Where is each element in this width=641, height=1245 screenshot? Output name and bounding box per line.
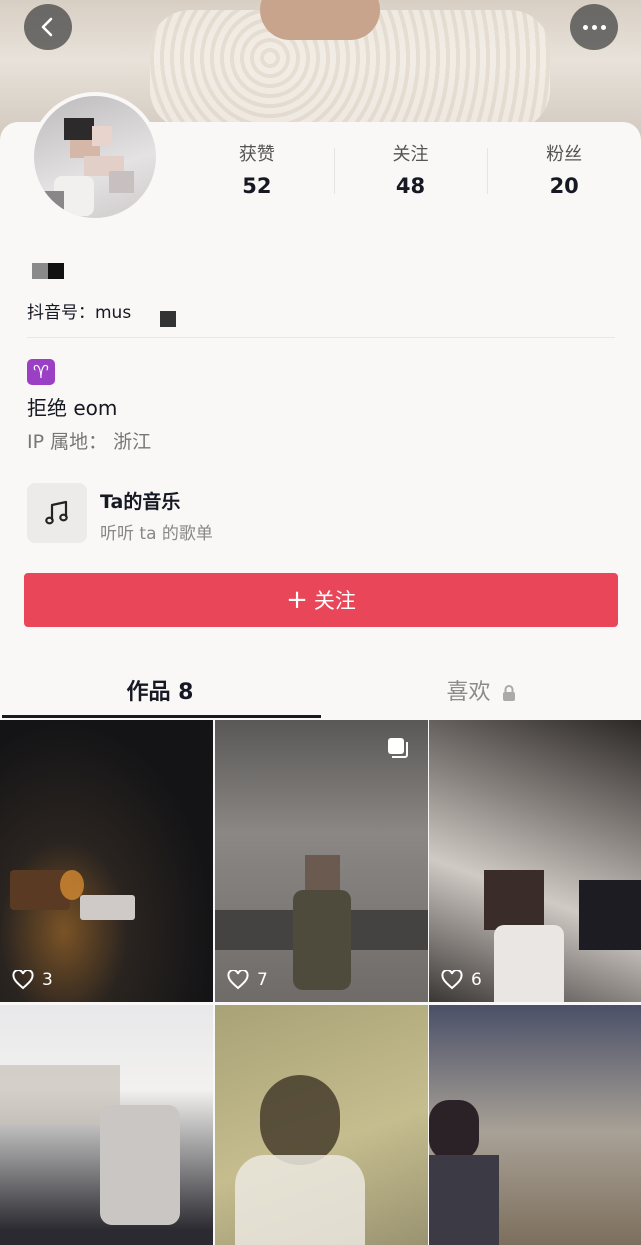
heart-icon [441,970,463,990]
music-entry[interactable]: Ta的音乐 听听 ta 的歌单 [27,483,427,544]
post-thumbnail[interactable] [215,1005,428,1245]
post-thumbnail[interactable] [0,1005,213,1245]
like-count: 3 [12,970,53,990]
tab-works[interactable]: 作品 8 [0,660,320,718]
plus-icon: + [286,585,308,615]
stat-label: 关注 [392,144,429,165]
more-icon [582,24,606,30]
post-thumbnail[interactable]: 7 [215,720,428,1002]
post-thumbnail[interactable] [429,1005,641,1245]
stat-likes[interactable]: 获赞 52 [180,140,334,210]
stat-following[interactable]: 关注 48 [333,140,488,210]
chevron-left-icon [41,17,53,37]
stat-value: 48 [395,174,426,198]
music-note-icon [27,483,87,543]
avatar-image [34,96,156,218]
like-count: 6 [441,970,482,990]
stat-value: 20 [549,174,579,198]
music-subtitle: 听听 ta 的歌单 [100,524,213,544]
zodiac-badge: ♈ [27,359,55,385]
posts-grid: 3 7 6 [0,720,641,1245]
bio-text: 拒绝 eom [27,396,118,420]
follow-button[interactable]: + 关注 [24,573,618,627]
back-button[interactable] [24,4,72,50]
like-count: 7 [227,970,268,990]
stat-followers[interactable]: 粉丝 20 [487,140,641,210]
avatar[interactable] [30,92,160,222]
heart-icon [227,970,249,990]
stat-label: 粉丝 [546,144,583,165]
content-tabs: 作品 8 喜欢 [0,660,641,718]
user-handle[interactable]: 抖音号：mus [27,298,131,323]
cover-detail [260,0,380,40]
stat-value: 52 [242,174,272,198]
active-tab-indicator [2,715,321,718]
post-thumbnail[interactable]: 6 [429,720,641,1002]
divider [27,337,615,338]
heart-icon [12,970,34,990]
nickname-redacted [32,263,64,279]
like-count-value: 3 [42,970,53,990]
tab-works-label: 作品 8 [126,680,194,705]
like-count-value: 6 [471,970,482,990]
handle-redacted [160,311,176,327]
lock-icon [502,685,515,701]
multi-image-icon [388,738,408,758]
post-thumbnail[interactable]: 3 [0,720,213,1002]
tab-likes-label: 喜欢 [446,680,491,705]
music-title: Ta的音乐 [100,491,181,513]
follow-label: 关注 [313,589,356,613]
ip-location: IP 属地： 浙江 [27,431,152,453]
stat-label: 获赞 [238,144,275,165]
more-button[interactable] [570,4,618,50]
like-count-value: 7 [257,970,268,990]
tab-likes[interactable]: 喜欢 [321,660,641,718]
profile-stats: 获赞 52 关注 48 粉丝 20 [180,140,641,210]
